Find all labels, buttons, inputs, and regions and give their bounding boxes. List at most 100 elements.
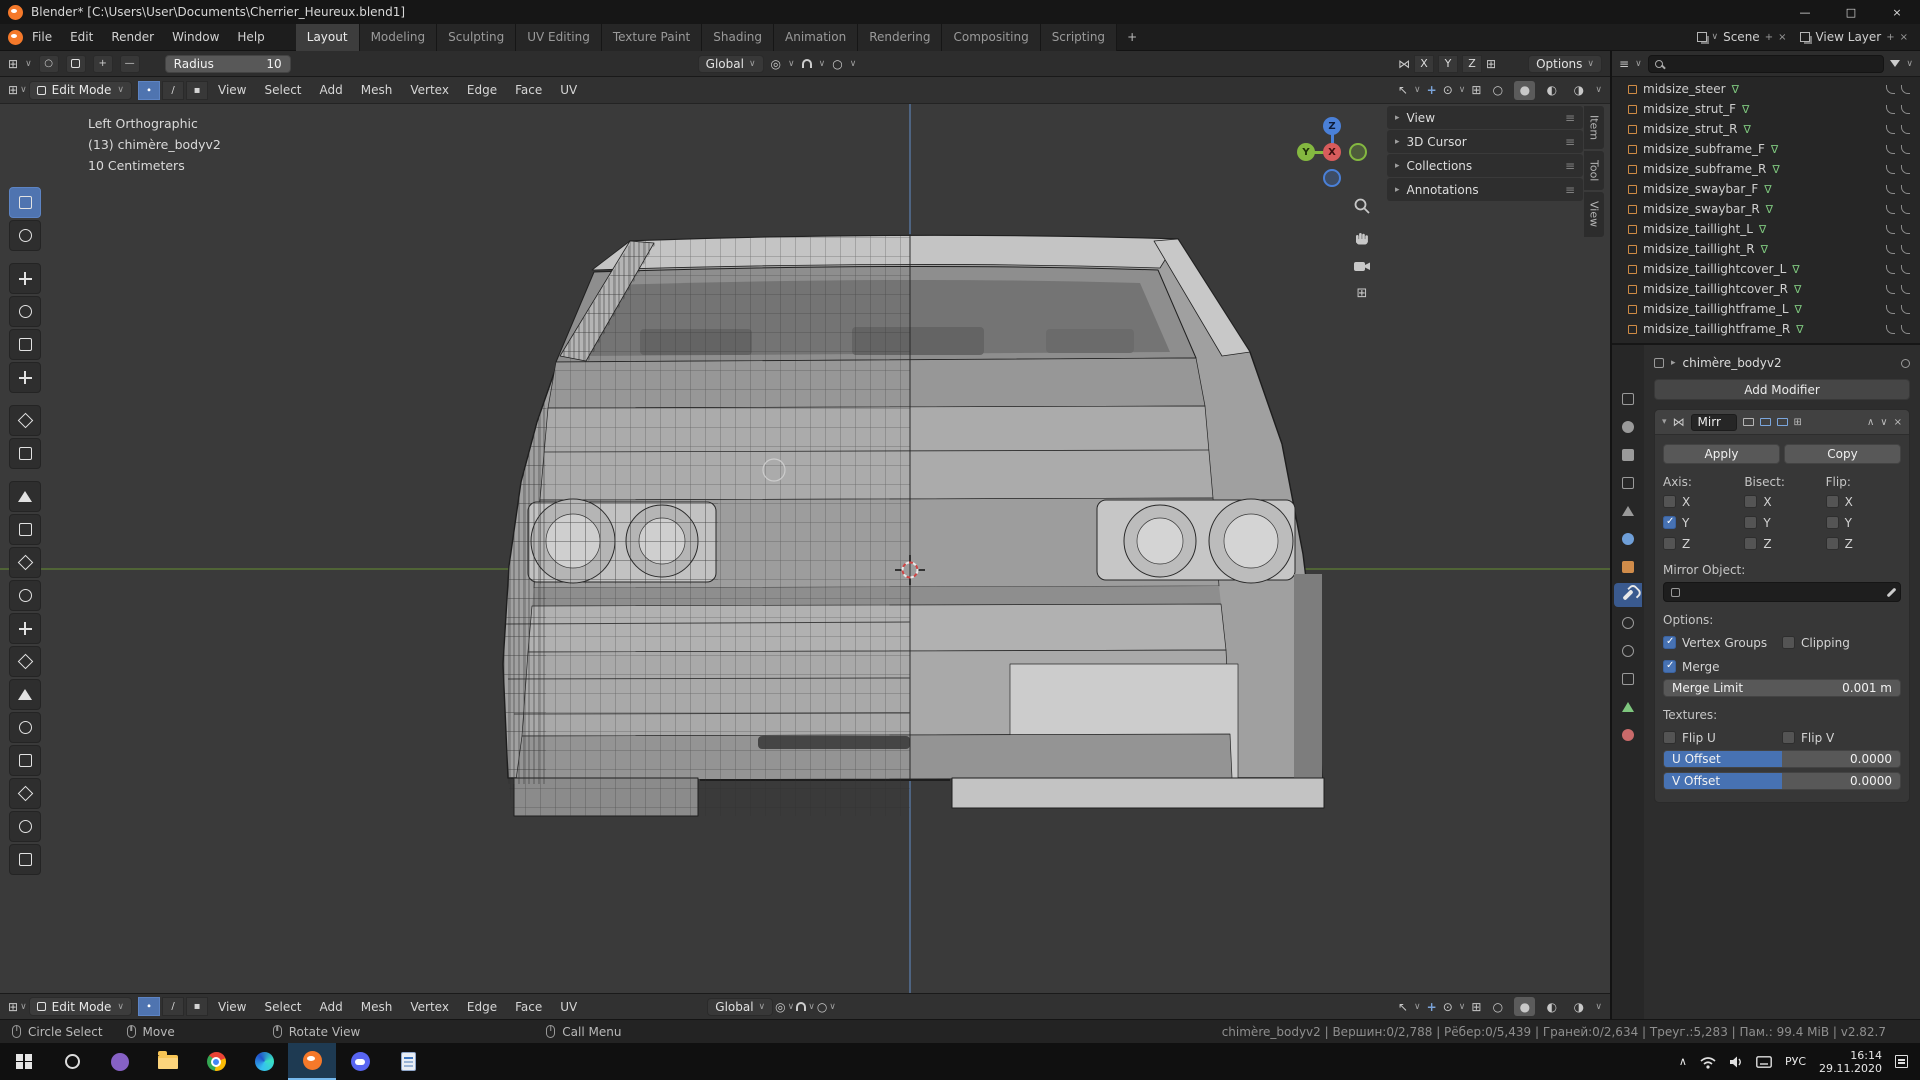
drag-handle-icon[interactable]: ≡ xyxy=(1565,135,1575,149)
tool-transform[interactable] xyxy=(9,362,41,393)
taskbar-blender[interactable] xyxy=(288,1043,336,1080)
tab-uv-editing[interactable]: UV Editing xyxy=(516,24,602,51)
active-tool-icon[interactable]: ○ xyxy=(39,55,59,73)
tool-extrude[interactable] xyxy=(9,514,41,545)
xray-toggle-icon[interactable]: ⊞ xyxy=(1471,1000,1481,1014)
mode-dropdown[interactable]: Edit Mode ∨ xyxy=(29,997,132,1016)
outliner-row[interactable]: midsize_taillight_L∇ xyxy=(1612,219,1920,239)
flip-y-checkbox[interactable]: Y xyxy=(1826,514,1901,531)
menu-edit[interactable]: Edit xyxy=(61,24,102,50)
vertex-select-button[interactable]: ∙ xyxy=(138,81,160,100)
axis-x-checkbox[interactable]: X xyxy=(1663,493,1738,510)
viewport-3d[interactable]: ⊞ ∨ Edit Mode ∨ ∙ / ▪ View Select Add Me… xyxy=(0,77,1610,993)
outliner-row[interactable]: midsize_swaybar_R∇ xyxy=(1612,199,1920,219)
shading-material-button[interactable]: ◐ xyxy=(1541,81,1562,100)
visibility-toggle-icon[interactable] xyxy=(1901,305,1910,314)
tool-measure[interactable] xyxy=(9,438,41,469)
pivot-point-icon[interactable]: ◎ xyxy=(775,1000,785,1014)
select-mode-set-button[interactable] xyxy=(66,55,86,73)
shading-material-button[interactable]: ◐ xyxy=(1541,997,1562,1016)
vertex-select-button[interactable]: ∙ xyxy=(138,997,160,1016)
menu-vertex[interactable]: Vertex xyxy=(402,83,457,97)
move-up-icon[interactable]: ∧ xyxy=(1867,417,1874,428)
outliner-row[interactable]: midsize_strut_R∇ xyxy=(1612,119,1920,139)
network-icon[interactable] xyxy=(1700,1055,1716,1069)
face-select-button[interactable]: ▪ xyxy=(186,997,208,1016)
tab-sculpting[interactable]: Sculpting xyxy=(437,24,516,51)
outliner-row[interactable]: midsize_taillightcover_R∇ xyxy=(1612,279,1920,299)
editor-type-icon[interactable]: ≡ xyxy=(1619,57,1629,71)
visibility-toggle-icon[interactable] xyxy=(1901,245,1910,254)
radius-slider[interactable]: Radius 10 xyxy=(165,55,291,73)
checkbox[interactable] xyxy=(1663,495,1676,508)
options-dropdown[interactable]: Options ∨ xyxy=(1528,55,1602,73)
mirror-x-toggle[interactable]: X xyxy=(1414,55,1434,73)
selectable-toggle-icon[interactable] xyxy=(1886,285,1895,294)
checkbox-checked[interactable] xyxy=(1663,636,1676,649)
new-view-layer-icon[interactable]: + xyxy=(1886,32,1894,43)
menu-select[interactable]: Select xyxy=(256,83,309,97)
shading-rendered-button[interactable]: ◑ xyxy=(1568,81,1589,100)
object-visibility-icon[interactable]: ↖ xyxy=(1398,1000,1408,1014)
checkbox[interactable] xyxy=(1663,731,1676,744)
tray-expand-icon[interactable]: ∧ xyxy=(1679,1055,1687,1068)
volume-icon[interactable] xyxy=(1729,1055,1743,1069)
selectable-toggle-icon[interactable] xyxy=(1886,105,1895,114)
gizmo-toggle-icon[interactable]: + xyxy=(1427,1000,1437,1014)
visibility-toggle-icon[interactable] xyxy=(1901,285,1910,294)
shading-solid-button[interactable]: ● xyxy=(1514,81,1535,100)
tool-spin[interactable] xyxy=(9,712,41,743)
menu-add[interactable]: Add xyxy=(312,83,351,97)
selectable-toggle-icon[interactable] xyxy=(1886,245,1895,254)
close-button[interactable]: × xyxy=(1874,0,1920,24)
selectable-toggle-icon[interactable] xyxy=(1886,125,1895,134)
menu-vertex[interactable]: Vertex xyxy=(402,1000,457,1014)
app-menu-icon[interactable] xyxy=(8,30,23,45)
tool-annotate[interactable] xyxy=(9,405,41,436)
pan-hand-icon[interactable] xyxy=(1353,228,1371,246)
gizmo-z-axis[interactable]: Z xyxy=(1323,117,1341,135)
tab-modifiers[interactable] xyxy=(1614,583,1642,607)
action-center-icon[interactable] xyxy=(1895,1055,1908,1068)
tab-world[interactable] xyxy=(1614,527,1642,551)
tab-scripting[interactable]: Scripting xyxy=(1041,24,1117,51)
bisect-z-checkbox[interactable]: Z xyxy=(1744,535,1819,552)
face-select-button[interactable]: ▪ xyxy=(186,81,208,100)
flip-u-checkbox[interactable]: Flip U xyxy=(1663,729,1782,746)
visibility-toggle-icon[interactable] xyxy=(1901,205,1910,214)
tab-particles[interactable] xyxy=(1614,611,1642,635)
tab-rendering[interactable]: Rendering xyxy=(858,24,942,51)
pin-icon[interactable] xyxy=(1901,359,1910,368)
selectable-toggle-icon[interactable] xyxy=(1886,265,1895,274)
edge-select-button[interactable]: / xyxy=(162,81,184,100)
visibility-toggle-icon[interactable] xyxy=(1901,325,1910,334)
axis-z-checkbox[interactable]: Z xyxy=(1663,535,1738,552)
tool-move[interactable] xyxy=(9,263,41,294)
gizmo-z-neg-axis[interactable] xyxy=(1323,169,1341,187)
language-indicator[interactable]: РУС xyxy=(1785,1055,1806,1068)
visibility-toggle-icon[interactable] xyxy=(1901,105,1910,114)
mirror-z-toggle[interactable]: Z xyxy=(1462,55,1482,73)
tool-loop-cut[interactable] xyxy=(9,613,41,644)
filter-icon[interactable] xyxy=(1890,60,1900,67)
menu-add[interactable]: Add xyxy=(312,1000,351,1014)
pivot-point-icon[interactable]: ◎ xyxy=(771,57,781,71)
editor-type-icon[interactable]: ⊞ xyxy=(8,83,18,97)
tool-shrink-fatten[interactable] xyxy=(9,811,41,842)
overlays-toggle-icon[interactable]: ⊙ xyxy=(1443,1000,1453,1014)
gizmo-toggle-icon[interactable]: + xyxy=(1427,83,1437,97)
menu-uv[interactable]: UV xyxy=(552,83,585,97)
tab-layout[interactable]: Layout xyxy=(296,24,360,51)
zoom-icon[interactable] xyxy=(1353,197,1371,215)
flip-z-checkbox[interactable]: Z xyxy=(1826,535,1901,552)
checkbox[interactable] xyxy=(1663,537,1676,550)
navigation-gizmo[interactable]: Z Y X xyxy=(1297,117,1367,187)
gizmo-y-axis[interactable]: Y xyxy=(1297,143,1315,161)
remove-view-layer-icon[interactable]: × xyxy=(1900,32,1908,43)
tab-compositing[interactable]: Compositing xyxy=(942,24,1040,51)
mirror-object-field[interactable] xyxy=(1663,582,1901,602)
taskbar-file-explorer[interactable] xyxy=(144,1043,192,1080)
selectable-toggle-icon[interactable] xyxy=(1886,145,1895,154)
outliner-row[interactable]: midsize_swaybar_F∇ xyxy=(1612,179,1920,199)
shading-rendered-button[interactable]: ◑ xyxy=(1568,997,1589,1016)
